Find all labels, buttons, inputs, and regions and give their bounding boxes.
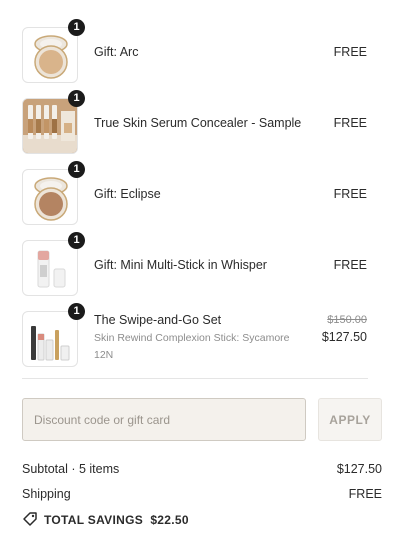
quantity-badge: 1 [68, 19, 85, 36]
subtotal-row: Subtotal · 5 items $127.50 [22, 462, 382, 476]
list-item: 1 Gift: Eclipse FREE [0, 161, 370, 229]
item-name: True Skin Serum Concealer - Sample [94, 116, 302, 130]
list-item: 1 The Swipe-and-Go Set Skin Rewind Compl… [0, 303, 370, 371]
apply-discount-button[interactable]: APPLY [318, 398, 382, 441]
product-thumbnail [22, 311, 78, 367]
item-price: FREE [333, 116, 367, 130]
savings-value: $22.50 [150, 513, 189, 527]
product-thumbnail [22, 169, 78, 225]
item-variant: Skin Rewind Complexion Stick: Sycamore 1… [94, 332, 290, 361]
compact-bronzer-icon [34, 177, 68, 221]
item-name: Gift: Mini Multi-Stick in Whisper [94, 258, 267, 272]
multi-stick-icon [37, 250, 66, 288]
concealer-vials-icon [23, 99, 77, 153]
subtotal-value: $127.50 [336, 462, 382, 476]
makeup-set-icon [31, 326, 70, 361]
item-original-price: $150.00 [327, 314, 367, 326]
list-item: 1 Gift: Mini Multi-Stick in Whisper FREE [0, 232, 370, 300]
list-item: 1 Gift: Arc FREE [0, 19, 370, 87]
item-price: FREE [333, 258, 367, 272]
item-name: Gift: Arc [94, 45, 139, 59]
item-name: The Swipe-and-Go Set [94, 313, 222, 327]
product-thumbnail [22, 98, 78, 154]
product-thumbnail [22, 240, 78, 296]
discount-code-input[interactable] [22, 398, 306, 441]
quantity-badge: 1 [68, 90, 85, 107]
price-tag-icon [22, 511, 38, 530]
product-thumbnail [22, 27, 78, 83]
list-item: 1 True Skin Serum Concealer - Sample FRE… [0, 90, 370, 158]
quantity-badge: 1 [68, 232, 85, 249]
quantity-badge: 1 [68, 303, 85, 320]
subtotal-label: Subtotal · 5 items [22, 462, 120, 476]
total-savings: TOTAL SAVINGS $22.50 [22, 511, 189, 530]
item-price: $127.50 [321, 330, 367, 344]
shipping-label: Shipping [22, 487, 71, 501]
item-name: Gift: Eclipse [94, 187, 161, 201]
quantity-badge: 1 [68, 161, 85, 178]
shipping-row: Shipping FREE [22, 487, 382, 501]
compact-powder-gold-icon [34, 35, 68, 79]
section-divider [22, 378, 368, 379]
item-price: FREE [333, 187, 367, 201]
item-price: FREE [333, 45, 367, 59]
shipping-value: FREE [348, 487, 382, 501]
savings-label: TOTAL SAVINGS [44, 513, 144, 527]
